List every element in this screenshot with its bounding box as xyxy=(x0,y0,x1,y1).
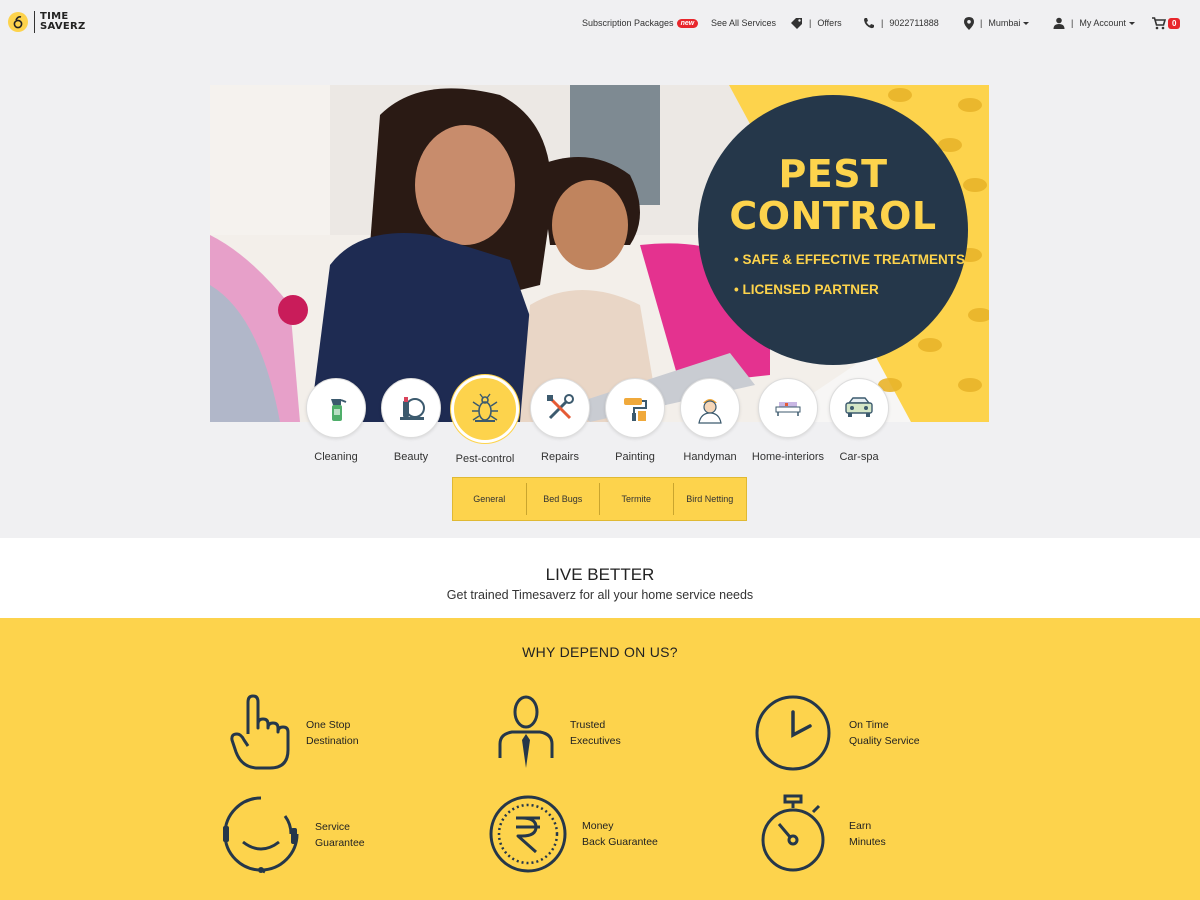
feature-text: On Time Quality Service xyxy=(849,717,920,749)
bug-icon xyxy=(454,378,516,440)
pest-bullets: • SAFE & EFFECTIVE TREATMENTS • LICENSED… xyxy=(734,245,965,305)
nav-pipe: | xyxy=(1071,18,1074,28)
top-header: TIME SAVERZ Subscription Packages new Se… xyxy=(0,0,1200,45)
logo-line2: SAVERZ xyxy=(40,21,86,32)
pest-control-badge: PEST CONTROL • SAFE & EFFECTIVE TREATMEN… xyxy=(698,95,968,365)
cart-count-badge: 0 xyxy=(1168,17,1181,29)
feature-earn-minutes: Earn Minutes xyxy=(759,794,886,874)
category-label: Handyman xyxy=(683,451,737,463)
headset-icon xyxy=(223,796,299,874)
nav-city-selector[interactable]: | Mumbai xyxy=(964,15,1030,31)
chevron-down-icon xyxy=(1023,21,1030,25)
feature-text: Service Guarantee xyxy=(315,819,365,851)
subtab-bird-netting[interactable]: Bird Netting xyxy=(674,483,747,515)
nav-phone[interactable]: | 9022711888 xyxy=(863,15,939,31)
pointing-hand-icon xyxy=(230,694,290,770)
subtab-general[interactable]: General xyxy=(453,483,527,515)
paint-roller-icon xyxy=(605,378,665,438)
why-depend-section: WHY DEPEND ON US? One Stop Destination T… xyxy=(0,618,1200,900)
pest-bullet-1: • SAFE & EFFECTIVE TREATMENTS xyxy=(734,252,965,267)
pest-title-line1: PEST xyxy=(778,152,888,196)
feature-line2: Executives xyxy=(570,735,621,747)
nav-offers-label: Offers xyxy=(817,18,842,28)
live-better-section: LIVE BETTER Get trained Timesaverz for a… xyxy=(0,538,1200,618)
feature-line1: Money xyxy=(582,820,614,832)
tag-icon xyxy=(791,17,802,29)
feature-line2: Back Guarantee xyxy=(582,836,658,848)
nav-phone-number: 9022711888 xyxy=(889,18,939,28)
executive-icon xyxy=(498,695,554,768)
location-pin-icon xyxy=(964,16,974,30)
logo-wordmark: TIME SAVERZ xyxy=(40,12,86,32)
nav-services-label: See All Services xyxy=(711,18,777,28)
why-title: WHY DEPEND ON US? xyxy=(522,644,678,660)
stopwatch-icon xyxy=(761,794,825,872)
nav-cart[interactable]: 0 xyxy=(1152,15,1181,31)
feature-text: Money Back Guarantee xyxy=(582,818,658,850)
feature-on-time: On Time Quality Service xyxy=(754,694,920,772)
nav-my-account[interactable]: | My Account xyxy=(1053,15,1135,31)
category-car-spa[interactable]: Car-spa xyxy=(814,378,904,463)
feature-money-back: Money Back Guarantee xyxy=(488,794,658,874)
nav-subscription-packages[interactable]: Subscription Packages new xyxy=(582,15,699,31)
live-better-subtitle: Get trained Timesaverz for all your home… xyxy=(446,588,754,602)
nav-pipe: | xyxy=(809,18,812,28)
cart-icon xyxy=(1152,16,1166,29)
handyman-icon xyxy=(680,378,740,438)
feature-line2: Minutes xyxy=(849,836,886,848)
nav-account-label: My Account xyxy=(1079,18,1126,28)
feature-service-guarantee: Service Guarantee xyxy=(221,794,365,876)
nav-pipe: | xyxy=(980,18,983,28)
feature-line1: Service xyxy=(315,821,351,833)
makeup-icon xyxy=(381,378,441,438)
logo-mark-icon xyxy=(8,12,28,32)
rupee-coin-icon xyxy=(489,795,567,873)
timesaverz-logo[interactable]: TIME SAVERZ xyxy=(8,11,86,33)
feature-line2: Guarantee xyxy=(315,837,365,849)
live-better-title: LIVE BETTER xyxy=(545,565,655,584)
nav-subscription-label: Subscription Packages xyxy=(582,18,674,28)
category-label: Car-spa xyxy=(839,451,879,463)
nav-see-all-services[interactable]: See All Services xyxy=(711,15,776,31)
chevron-down-icon xyxy=(1128,21,1135,25)
feature-text: Trusted Executives xyxy=(570,717,621,749)
feature-trusted-executives: Trusted Executives xyxy=(496,694,621,772)
subtab-termite[interactable]: Termite xyxy=(600,483,674,515)
feature-line2: Quality Service xyxy=(849,735,920,747)
tools-icon xyxy=(530,378,590,438)
feature-text: One Stop Destination xyxy=(306,717,359,749)
feature-line2: Destination xyxy=(306,735,359,747)
pest-control-subtabs: General Bed Bugs Termite Bird Netting xyxy=(452,477,747,521)
logo-divider xyxy=(34,11,35,33)
car-icon xyxy=(829,378,889,438)
sofa-icon xyxy=(758,378,818,438)
pest-title-line2: CONTROL xyxy=(729,194,937,238)
nav-offers[interactable]: | Offers xyxy=(790,15,842,31)
new-badge: new xyxy=(676,18,699,28)
user-icon xyxy=(1053,17,1065,29)
spray-bottle-icon xyxy=(306,378,366,438)
nav-city-label: Mumbai xyxy=(988,18,1021,28)
category-handyman[interactable]: Handyman xyxy=(665,378,755,463)
hero-banner[interactable]: PEST CONTROL • SAFE & EFFECTIVE TREATMEN… xyxy=(210,85,989,422)
feature-line1: One Stop xyxy=(306,719,351,731)
feature-line1: Trusted xyxy=(570,719,606,731)
phone-icon xyxy=(864,18,874,29)
feature-line1: Earn xyxy=(849,820,872,832)
pest-control-title: PEST CONTROL xyxy=(698,153,968,237)
clock-icon xyxy=(755,695,831,771)
pest-bullet-2: • LICENSED PARTNER xyxy=(734,282,879,297)
subtab-bed-bugs[interactable]: Bed Bugs xyxy=(527,483,600,515)
nav-pipe: | xyxy=(881,18,884,28)
feature-line1: On Time xyxy=(849,719,889,731)
feature-one-stop: One Stop Destination xyxy=(228,694,359,772)
feature-text: Earn Minutes xyxy=(849,818,886,850)
